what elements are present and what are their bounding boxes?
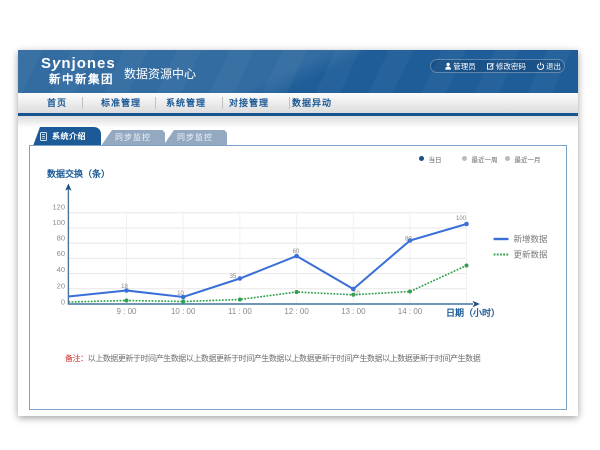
svg-text:13 : 00: 13 : 00 bbox=[341, 307, 366, 316]
svg-text:80: 80 bbox=[57, 233, 65, 242]
svg-text:60: 60 bbox=[293, 249, 300, 255]
svg-text:更新数据: 更新数据 bbox=[514, 250, 549, 260]
svg-text:35: 35 bbox=[230, 274, 237, 280]
svg-text:新增数据: 新增数据 bbox=[514, 234, 549, 244]
svg-text:14 : 00: 14 : 00 bbox=[398, 307, 423, 316]
svg-text:40: 40 bbox=[57, 265, 65, 274]
svg-text:100: 100 bbox=[52, 218, 65, 227]
svg-text:18: 18 bbox=[121, 284, 128, 290]
svg-text:80: 80 bbox=[405, 237, 412, 243]
svg-text:10 : 00: 10 : 00 bbox=[171, 307, 196, 316]
svg-text:20: 20 bbox=[57, 281, 65, 290]
svg-text:9 : 00: 9 : 00 bbox=[116, 307, 137, 316]
svg-text:10: 10 bbox=[353, 291, 360, 297]
svg-text:120: 120 bbox=[52, 203, 65, 212]
svg-text:10: 10 bbox=[177, 291, 184, 297]
svg-text:0: 0 bbox=[61, 297, 65, 306]
svg-text:60: 60 bbox=[57, 249, 65, 258]
svg-text:11 : 00: 11 : 00 bbox=[228, 307, 252, 316]
svg-text:100: 100 bbox=[456, 216, 467, 222]
svg-text:日期（小时）: 日期（小时） bbox=[446, 307, 500, 318]
svg-text:12 : 00: 12 : 00 bbox=[284, 307, 309, 316]
